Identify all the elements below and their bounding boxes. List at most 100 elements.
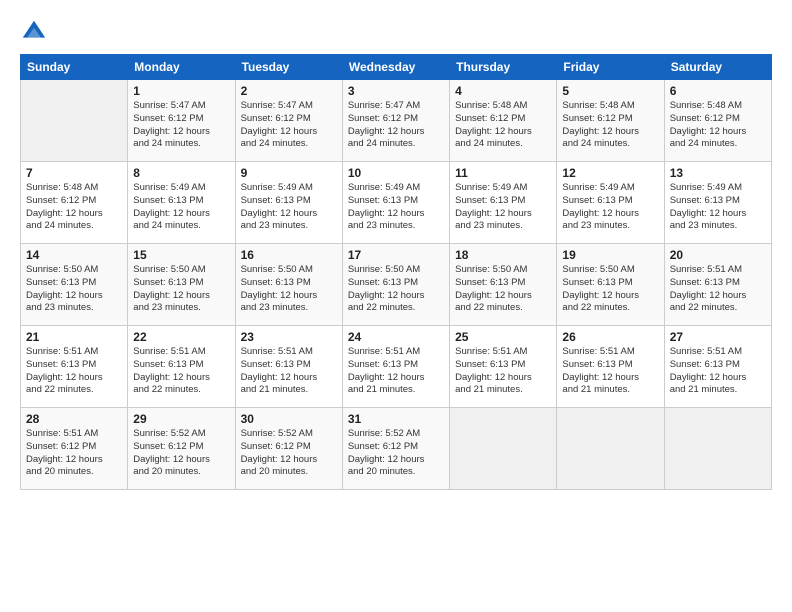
day-header-thursday: Thursday [450,55,557,80]
day-info: Sunrise: 5:50 AM Sunset: 6:13 PM Dayligh… [562,264,658,315]
day-info: Sunrise: 5:48 AM Sunset: 6:12 PM Dayligh… [562,100,658,151]
day-header-wednesday: Wednesday [342,55,449,80]
calendar-cell: 25 Sunrise: 5:51 AM Sunset: 6:13 PM Dayli… [450,326,557,408]
day-number: 29 [133,412,229,426]
day-info: Sunrise: 5:52 AM Sunset: 6:12 PM Dayligh… [348,428,444,479]
calendar-cell: 20 Sunrise: 5:51 AM Sunset: 6:13 PM Dayli… [664,244,771,326]
day-number: 5 [562,84,658,98]
day-number: 6 [670,84,766,98]
calendar-cell: 27 Sunrise: 5:51 AM Sunset: 6:13 PM Dayli… [664,326,771,408]
day-number: 22 [133,330,229,344]
day-info: Sunrise: 5:51 AM Sunset: 6:13 PM Dayligh… [562,346,658,397]
day-number: 23 [241,330,337,344]
calendar-cell: 21 Sunrise: 5:51 AM Sunset: 6:13 PM Dayli… [21,326,128,408]
calendar-cell: 19Sunrise: 5:50 AM Sunset: 6:13 PM Dayli… [557,244,664,326]
day-info: Sunrise: 5:50 AM Sunset: 6:13 PM Dayligh… [241,264,337,315]
calendar-cell: 5 Sunrise: 5:48 AM Sunset: 6:12 PM Daylig… [557,80,664,162]
day-number: 14 [26,248,122,262]
calendar-cell [664,408,771,490]
day-info: Sunrise: 5:51 AM Sunset: 6:13 PM Dayligh… [670,264,766,315]
day-header-friday: Friday [557,55,664,80]
week-row-4: 28 Sunrise: 5:51 AM Sunset: 6:12 PM Dayli… [21,408,772,490]
day-number: 16 [241,248,337,262]
day-number: 18 [455,248,551,262]
day-info: Sunrise: 5:51 AM Sunset: 6:13 PM Dayligh… [26,346,122,397]
calendar-cell: 30 Sunrise: 5:52 AM Sunset: 6:12 PM Dayli… [235,408,342,490]
day-info: Sunrise: 5:50 AM Sunset: 6:13 PM Dayligh… [455,264,551,315]
day-number: 12 [562,166,658,180]
calendar-cell: 18 Sunrise: 5:50 AM Sunset: 6:13 PM Dayli… [450,244,557,326]
day-number: 30 [241,412,337,426]
logo-icon [20,18,48,46]
calendar-cell: 1Sunrise: 5:47 AM Sunset: 6:12 PM Daylig… [128,80,235,162]
day-info: Sunrise: 5:52 AM Sunset: 6:12 PM Dayligh… [133,428,229,479]
week-row-1: 7 Sunrise: 5:48 AM Sunset: 6:12 PM Daylig… [21,162,772,244]
day-header-sunday: Sunday [21,55,128,80]
day-number: 4 [455,84,551,98]
calendar-cell [557,408,664,490]
day-info: Sunrise: 5:51 AM Sunset: 6:13 PM Dayligh… [241,346,337,397]
calendar-cell: 23 Sunrise: 5:51 AM Sunset: 6:13 PM Dayli… [235,326,342,408]
day-info: Sunrise: 5:48 AM Sunset: 6:12 PM Dayligh… [455,100,551,151]
day-number: 11 [455,166,551,180]
calendar-cell [21,80,128,162]
day-number: 17 [348,248,444,262]
day-number: 26 [562,330,658,344]
day-number: 15 [133,248,229,262]
day-info: Sunrise: 5:50 AM Sunset: 6:13 PM Dayligh… [133,264,229,315]
day-info: Sunrise: 5:50 AM Sunset: 6:13 PM Dayligh… [26,264,122,315]
day-number: 13 [670,166,766,180]
day-number: 21 [26,330,122,344]
calendar-cell [450,408,557,490]
calendar-cell: 26 Sunrise: 5:51 AM Sunset: 6:13 PM Dayli… [557,326,664,408]
calendar-cell: 29 Sunrise: 5:52 AM Sunset: 6:12 PM Dayli… [128,408,235,490]
calendar-cell: 24 Sunrise: 5:51 AM Sunset: 6:13 PM Dayli… [342,326,449,408]
calendar-cell: 10 Sunrise: 5:49 AM Sunset: 6:13 PM Dayli… [342,162,449,244]
calendar-cell: 2Sunrise: 5:47 AM Sunset: 6:12 PM Daylig… [235,80,342,162]
day-number: 3 [348,84,444,98]
calendar-cell: 6 Sunrise: 5:48 AM Sunset: 6:12 PM Daylig… [664,80,771,162]
day-info: Sunrise: 5:50 AM Sunset: 6:13 PM Dayligh… [348,264,444,315]
calendar-cell: 4 Sunrise: 5:48 AM Sunset: 6:12 PM Daylig… [450,80,557,162]
header-row-days: SundayMondayTuesdayWednesdayThursdayFrid… [21,55,772,80]
calendar-cell: 31 Sunrise: 5:52 AM Sunset: 6:12 PM Dayli… [342,408,449,490]
day-info: Sunrise: 5:49 AM Sunset: 6:13 PM Dayligh… [455,182,551,233]
calendar-cell: 14 Sunrise: 5:50 AM Sunset: 6:13 PM Dayli… [21,244,128,326]
calendar-cell: 12 Sunrise: 5:49 AM Sunset: 6:13 PM Dayli… [557,162,664,244]
calendar-cell: 17 Sunrise: 5:50 AM Sunset: 6:13 PM Dayli… [342,244,449,326]
calendar-cell: 8 Sunrise: 5:49 AM Sunset: 6:13 PM Daylig… [128,162,235,244]
day-number: 31 [348,412,444,426]
day-number: 27 [670,330,766,344]
day-number: 10 [348,166,444,180]
day-number: 25 [455,330,551,344]
day-number: 7 [26,166,122,180]
calendar-cell: 15 Sunrise: 5:50 AM Sunset: 6:13 PM Dayli… [128,244,235,326]
day-info: Sunrise: 5:48 AM Sunset: 6:12 PM Dayligh… [26,182,122,233]
day-info: Sunrise: 5:48 AM Sunset: 6:12 PM Dayligh… [670,100,766,151]
day-info: Sunrise: 5:51 AM Sunset: 6:13 PM Dayligh… [348,346,444,397]
week-row-0: 1Sunrise: 5:47 AM Sunset: 6:12 PM Daylig… [21,80,772,162]
day-info: Sunrise: 5:49 AM Sunset: 6:13 PM Dayligh… [241,182,337,233]
calendar-cell: 28 Sunrise: 5:51 AM Sunset: 6:12 PM Dayli… [21,408,128,490]
day-header-saturday: Saturday [664,55,771,80]
day-number: 20 [670,248,766,262]
day-info: Sunrise: 5:47 AM Sunset: 6:12 PM Dayligh… [348,100,444,151]
day-info: Sunrise: 5:49 AM Sunset: 6:13 PM Dayligh… [348,182,444,233]
day-number: 8 [133,166,229,180]
calendar-cell: 3 Sunrise: 5:47 AM Sunset: 6:12 PM Daylig… [342,80,449,162]
day-info: Sunrise: 5:47 AM Sunset: 6:12 PM Dayligh… [241,100,337,151]
calendar-cell: 11 Sunrise: 5:49 AM Sunset: 6:13 PM Dayli… [450,162,557,244]
day-info: Sunrise: 5:52 AM Sunset: 6:12 PM Dayligh… [241,428,337,479]
day-info: Sunrise: 5:51 AM Sunset: 6:12 PM Dayligh… [26,428,122,479]
calendar-cell: 13Sunrise: 5:49 AM Sunset: 6:13 PM Dayli… [664,162,771,244]
day-info: Sunrise: 5:51 AM Sunset: 6:13 PM Dayligh… [670,346,766,397]
day-info: Sunrise: 5:51 AM Sunset: 6:13 PM Dayligh… [455,346,551,397]
calendar-cell: 9Sunrise: 5:49 AM Sunset: 6:13 PM Daylig… [235,162,342,244]
day-info: Sunrise: 5:49 AM Sunset: 6:13 PM Dayligh… [133,182,229,233]
day-info: Sunrise: 5:49 AM Sunset: 6:13 PM Dayligh… [562,182,658,233]
calendar-cell: 7 Sunrise: 5:48 AM Sunset: 6:12 PM Daylig… [21,162,128,244]
calendar-cell: 16 Sunrise: 5:50 AM Sunset: 6:13 PM Dayli… [235,244,342,326]
day-number: 24 [348,330,444,344]
day-header-tuesday: Tuesday [235,55,342,80]
day-number: 28 [26,412,122,426]
